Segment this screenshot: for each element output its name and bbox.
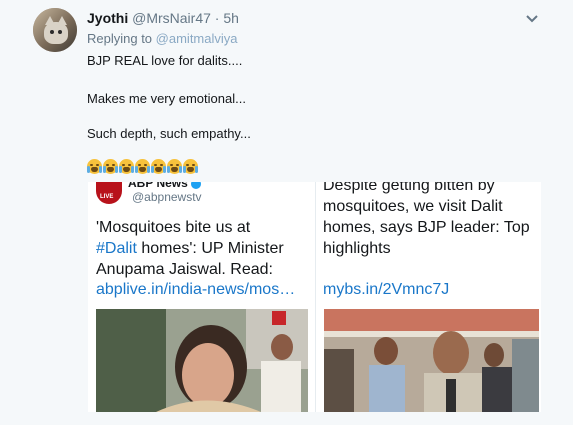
loudly-crying-face-emoji: [183, 159, 198, 174]
loudly-crying-face-emoji: [87, 159, 102, 174]
embedded-text-line: Despite getting bitten by: [323, 182, 495, 194]
loudly-crying-face-emoji: [119, 159, 134, 174]
replying-to-mention[interactable]: @amitmalviya: [156, 31, 238, 46]
embedded-account-handle: @abpnewstv: [132, 190, 202, 204]
embedded-text-line: #Dalit homes': UP Minister: [96, 240, 284, 257]
author-name[interactable]: Jyothi: [87, 10, 128, 26]
loudly-crying-face-emoji: [151, 159, 166, 174]
embedded-text-line: homes, says BJP leader: Top: [323, 219, 530, 236]
news-photo-right: [324, 309, 539, 412]
embedded-link: abplive.in/india-news/mos…: [96, 281, 296, 298]
embedded-text-line: Anupama Jaiswal. Read:: [96, 261, 273, 278]
attached-image-business-standard[interactable]: Despite getting bitten by mosquitoes, we…: [316, 182, 541, 412]
tweet-header: Jyothi @MrsNair47 · 5h: [87, 9, 239, 27]
embedded-link: mybs.in/2Vmnc7J: [323, 281, 450, 298]
attached-image-abp-news[interactable]: LIVE ABP News @abpnewstv 'Mosquitoes bit…: [88, 182, 315, 412]
replying-to: Replying to @amitmalviya: [87, 31, 238, 46]
embedded-text-line: 'Mosquitoes bite us at: [96, 219, 251, 236]
tweet-text-line: Such depth, such empathy...: [87, 126, 251, 141]
loudly-crying-face-emoji: [103, 159, 118, 174]
replying-to-label: Replying to: [87, 31, 153, 46]
separator-dot: ·: [214, 10, 220, 26]
embedded-text-line: highlights: [323, 240, 391, 257]
tweet-text-line: Makes me very emotional...: [87, 91, 246, 106]
emoji-row: [87, 159, 198, 174]
loudly-crying-face-emoji: [135, 159, 150, 174]
loudly-crying-face-emoji: [167, 159, 182, 174]
avatar[interactable]: [33, 8, 77, 52]
abp-logo-label: LIVE: [100, 194, 114, 200]
chevron-down-icon[interactable]: [524, 10, 540, 26]
embedded-text-line: mosquitoes, we visit Dalit: [323, 198, 503, 215]
author-handle[interactable]: @MrsNair47: [132, 10, 211, 26]
news-photo-left: [96, 309, 308, 412]
embedded-account-name: ABP News: [128, 182, 201, 190]
timestamp[interactable]: 5h: [223, 10, 239, 26]
hashtag-dalit: #Dalit: [96, 240, 137, 257]
tweet-text-line: BJP REAL love for dalits....: [87, 53, 243, 68]
abp-news-logo: LIVE: [96, 182, 122, 204]
reply-tweet[interactable]: Jyothi @MrsNair47 · 5h Replying to @amit…: [0, 0, 573, 425]
verified-badge-icon: [190, 182, 201, 189]
